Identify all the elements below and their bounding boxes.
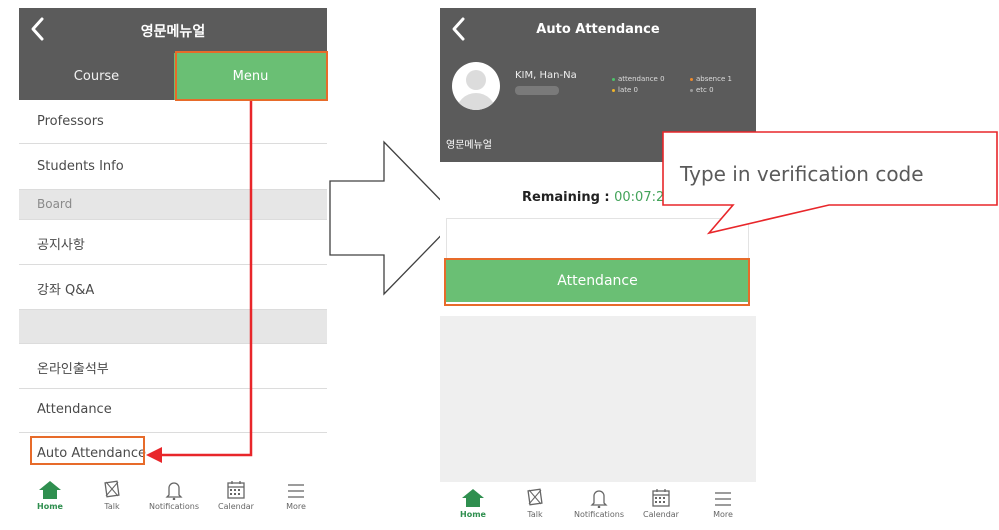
redacted-id [515,86,559,95]
nav-notifications[interactable]: Notifications [568,482,630,530]
tutorial-figure: 영문메뉴얼 Course Menu Professors Students In… [0,0,999,530]
home-icon [462,489,484,507]
menu-icon [715,492,731,506]
empty-area [440,316,756,486]
nav-more[interactable]: More [692,482,754,530]
nav-label: Calendar [643,510,679,519]
bell-icon [590,490,608,508]
calendar-icon [652,489,670,507]
profile-panel: KIM, Han-Na attendance 0 absence 1 late … [440,56,756,130]
nav-calendar[interactable]: Calendar [630,482,692,530]
stat-absence: absence 1 [690,75,732,83]
nav-talk[interactable]: Talk [504,482,566,530]
bottom-nav: Home Talk Notifications Calendar More [440,482,756,530]
talk-icon [527,488,543,506]
nav-home[interactable]: Home [442,482,504,530]
remaining-time: Remaining : 00:07:2 [522,190,664,205]
nav-label: More [713,510,733,519]
nav-label: Talk [527,510,543,519]
title-bar: Auto Attendance [440,8,756,56]
stat-late: late 0 [612,86,638,94]
student-name: KIM, Han-Na [515,70,577,81]
stat-attendance: attendance 0 [612,75,665,83]
callout-text: Type in verification code [680,162,924,186]
remaining-label: Remaining : [522,190,615,205]
remaining-value: 00:07:2 [614,190,665,205]
nav-label: Notifications [573,510,625,519]
highlight-attendance-button [444,258,750,306]
nav-label: Home [460,510,486,519]
stat-etc: etc 0 [690,86,714,94]
avatar [452,62,500,110]
page-title: Auto Attendance [536,22,660,37]
